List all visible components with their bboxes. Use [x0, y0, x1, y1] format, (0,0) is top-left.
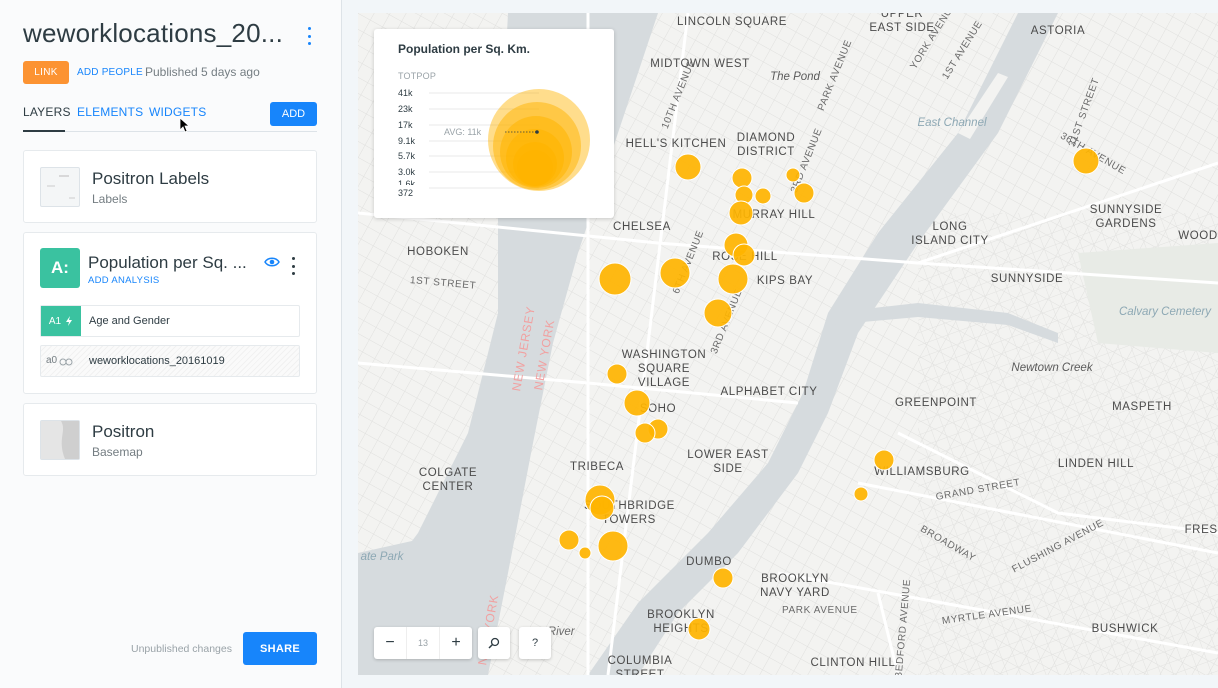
add-people-link[interactable]: ADD PEOPLE — [77, 67, 143, 78]
basemap-thumbnail-icon — [41, 421, 79, 459]
bubble-marker[interactable] — [793, 182, 815, 204]
bubble-marker[interactable] — [578, 546, 592, 560]
labels-thumbnail-icon — [47, 175, 75, 199]
bubble-marker[interactable] — [731, 167, 753, 189]
layer-subtitle: Labels — [92, 192, 128, 206]
map-search-button[interactable] — [478, 627, 510, 659]
legend-tick: 3.0k — [398, 167, 416, 177]
visibility-eye-icon[interactable] — [264, 256, 280, 268]
bubble-marker[interactable] — [589, 495, 615, 521]
published-status: Published 5 days ago — [145, 65, 260, 79]
bubble-marker[interactable] — [717, 263, 749, 295]
link-chain-icon — [59, 358, 73, 366]
bubble-marker[interactable] — [785, 167, 801, 183]
layer-options-menu-icon[interactable] — [286, 257, 300, 275]
add-analysis-link[interactable]: ADD ANALYSIS — [88, 275, 160, 286]
unpublished-status: Unpublished changes — [131, 643, 232, 655]
legend-tick: 41k — [398, 88, 413, 98]
layer-card-population[interactable]: A: Population per Sq. ... ADD ANALYSIS A… — [23, 232, 317, 394]
zoom-control: − 13 + — [374, 627, 472, 659]
legend-tick: 372 — [398, 188, 414, 198]
map-help-button[interactable]: ? — [519, 627, 551, 659]
bubble-marker[interactable] — [754, 187, 772, 205]
basemap-thumbnail — [40, 420, 80, 460]
labels-thumbnail — [40, 167, 80, 207]
tab-widgets[interactable]: WIDGETS — [149, 105, 206, 119]
source-node-id: a0 — [46, 355, 58, 366]
layer-card-positron-basemap[interactable]: Positron Basemap — [23, 403, 317, 476]
link-button[interactable]: LINK — [23, 61, 69, 84]
bubble-marker[interactable] — [853, 486, 869, 502]
map-options-menu-icon[interactable] — [302, 27, 316, 45]
bubble-marker[interactable] — [703, 298, 733, 328]
zoom-out-button[interactable]: − — [374, 627, 406, 659]
legend-bubble-graphic — [429, 89, 590, 191]
sidebar: weworklocations_20... LINK ADD PEOPLE Pu… — [0, 0, 342, 688]
bubble-marker[interactable] — [732, 243, 756, 267]
layer-title: Positron Labels — [92, 169, 210, 188]
source-node-label: weworklocations_20161019 — [89, 355, 225, 367]
mouse-cursor-icon — [180, 118, 190, 133]
source-node[interactable]: a0 weworklocations_20161019 — [40, 345, 300, 377]
tab-elements[interactable]: ELEMENTS — [77, 105, 143, 119]
analysis-node-label: Age and Gender — [89, 315, 170, 327]
bubble-marker[interactable] — [634, 422, 656, 444]
bubble-marker[interactable] — [598, 262, 632, 296]
zoom-in-button[interactable]: + — [440, 627, 472, 659]
bubble-marker[interactable] — [712, 567, 734, 589]
bubble-marker[interactable] — [623, 389, 651, 417]
analysis-node-id: A1 — [48, 315, 62, 327]
layer-title[interactable]: Population per Sq. ... — [88, 253, 247, 273]
map-title[interactable]: weworklocations_20... — [23, 18, 283, 49]
add-layer-button[interactable]: ADD — [270, 102, 317, 126]
legend-tick: 17k — [398, 120, 413, 130]
legend-panel: Population per Sq. Km. TOTPOP 41k 23k 17… — [374, 29, 614, 218]
bubble-marker[interactable] — [606, 363, 628, 385]
tab-layers[interactable]: LAYERS — [23, 105, 71, 119]
bubble-marker[interactable] — [873, 449, 895, 471]
bubble-marker[interactable] — [597, 530, 629, 562]
legend-tick: 9.1k — [398, 136, 416, 146]
share-button[interactable]: SHARE — [243, 632, 317, 665]
bubble-marker[interactable] — [687, 617, 711, 641]
analysis-node-badge: A1 — [41, 306, 81, 336]
legend-average-label: AVG: 11k — [444, 127, 482, 137]
legend-tick: 5.7k — [398, 151, 416, 161]
analysis-node-age-gender[interactable]: A1 Age and Gender — [40, 305, 300, 337]
layer-card-positron-labels[interactable]: Positron Labels Labels — [23, 150, 317, 223]
bubble-marker[interactable] — [558, 529, 580, 551]
layer-title: Positron — [92, 422, 155, 441]
bubble-marker[interactable] — [674, 153, 702, 181]
zoom-level-display: 13 — [406, 627, 440, 659]
bubble-marker[interactable] — [728, 200, 754, 226]
bubble-marker[interactable] — [1072, 147, 1100, 175]
legend-tick: 1.6k — [398, 179, 416, 185]
bubble-marker[interactable] — [659, 257, 691, 289]
layer-letter-badge: A: — [40, 248, 80, 288]
legend-field-name: TOTPOP — [398, 71, 437, 81]
active-tab-indicator — [23, 130, 65, 132]
search-icon — [488, 637, 500, 649]
legend-title: Population per Sq. Km. — [398, 42, 531, 56]
lightning-icon — [66, 316, 73, 326]
legend-tick: 23k — [398, 104, 413, 114]
layer-subtitle: Basemap — [92, 445, 143, 459]
